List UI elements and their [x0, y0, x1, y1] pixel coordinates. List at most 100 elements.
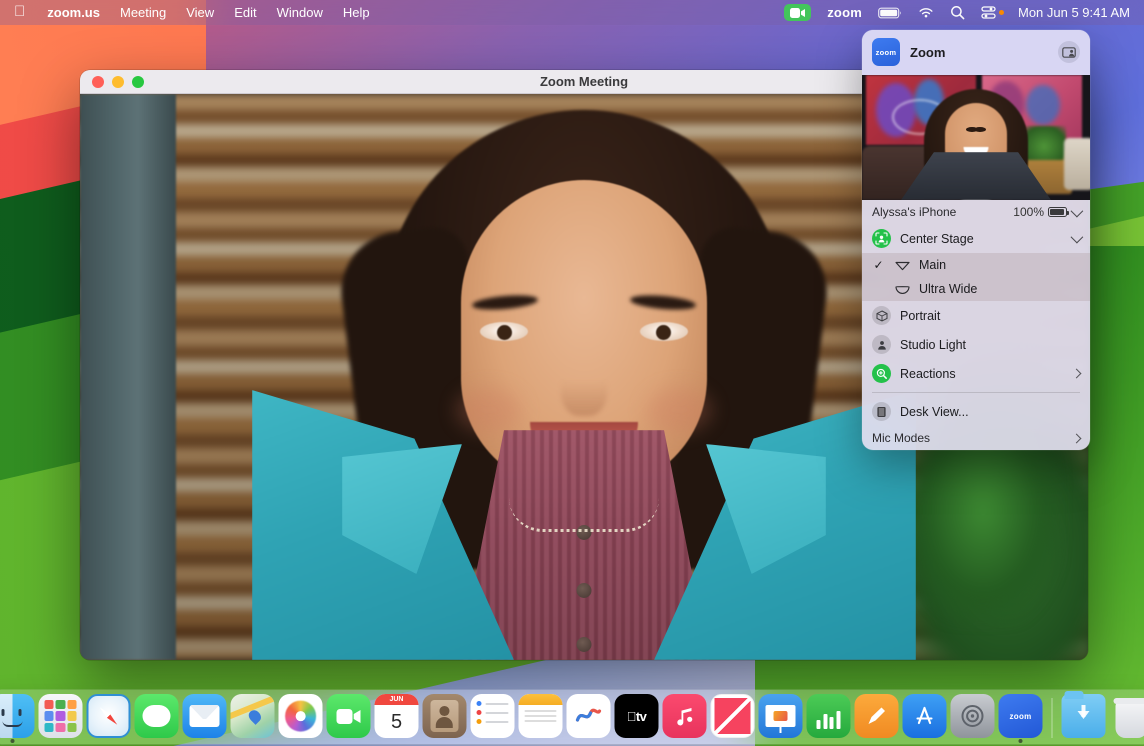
ultra-wide-lens-icon: [894, 284, 910, 295]
participant-pupil-right: [656, 325, 671, 340]
dock-item-system-settings[interactable]: [951, 694, 995, 738]
dock-item-facetime[interactable]: [327, 694, 371, 738]
preview-plant: [1022, 126, 1066, 160]
checkmark-icon: ✓: [872, 258, 885, 272]
participant-cheek-right: [646, 388, 712, 432]
menu-item-help[interactable]: Help: [333, 3, 380, 22]
effect-studio-light-row[interactable]: Studio Light: [862, 330, 1090, 359]
participant-cheek-left: [456, 388, 522, 432]
reactions-chevron-right-icon[interactable]: [1072, 369, 1082, 379]
update-indicator-dot: [999, 10, 1004, 15]
shirt-button-bottom: [577, 637, 592, 652]
menu-bar-app-menus:  zoom.us Meeting View Edit Window Help: [0, 3, 380, 22]
menu-bar-status-items: zoom Mon Jun 5 9:41 AM: [776, 0, 1134, 25]
dock-separator: [1052, 698, 1053, 738]
center-stage-icon: [872, 229, 891, 248]
participant-pupil-left: [497, 325, 512, 340]
control-center-icon[interactable]: [973, 0, 1012, 25]
desk-view-icon: [872, 402, 891, 421]
dock-item-messages[interactable]: [135, 694, 179, 738]
participant-necklace: [509, 498, 659, 532]
mic-modes-label: Mic Modes: [872, 431, 1064, 445]
calendar-month: JUN: [375, 694, 419, 705]
center-stage-label: Center Stage: [900, 232, 1062, 246]
effect-portrait-label: Portrait: [900, 309, 1080, 323]
calendar-day: 5: [375, 705, 419, 738]
panel-app-header: zoom Zoom: [862, 30, 1090, 75]
center-stage-chevron-down-icon[interactable]: [1071, 231, 1084, 244]
video-camera-icon[interactable]: [776, 0, 819, 25]
device-name: Alyssa's iPhone: [872, 205, 1004, 219]
panel-lens-section: ✓ Main Ultra Wide: [862, 253, 1090, 301]
dock-item-maps[interactable]: [231, 694, 275, 738]
shirt-button-middle: [577, 583, 592, 598]
dock-item-pages[interactable]: [855, 694, 899, 738]
effect-reactions-row[interactable]: Reactions: [862, 359, 1090, 388]
dock-item-zoom[interactable]: zoom: [999, 694, 1043, 738]
lens-option-main[interactable]: ✓ Main: [862, 253, 1090, 277]
center-stage-row[interactable]: Center Stage: [862, 224, 1090, 253]
wifi-icon[interactable]: [910, 0, 942, 25]
dark-column: [80, 94, 176, 660]
panel-divider: [872, 392, 1080, 393]
desk-view-label: Desk View...: [900, 405, 1080, 419]
dock-item-trash[interactable]: [1110, 694, 1144, 738]
lens-main-label: Main: [919, 258, 1080, 272]
apple-logo-icon[interactable]: : [0, 4, 37, 19]
dock-item-calendar[interactable]: JUN5: [375, 694, 419, 738]
panel-device-section: Alyssa's iPhone 100% Center Stage: [862, 200, 1090, 253]
mic-modes-chevron-right-icon[interactable]: [1072, 433, 1082, 443]
menu-item-zoomus[interactable]: zoom.us: [37, 3, 110, 22]
mic-modes-row[interactable]: Mic Modes: [862, 426, 1090, 450]
device-row[interactable]: Alyssa's iPhone 100%: [862, 200, 1090, 224]
dock-item-contacts[interactable]: [423, 694, 467, 738]
device-battery-percent: 100%: [1013, 205, 1044, 219]
menu-item-window[interactable]: Window: [267, 3, 333, 22]
desk-view-row[interactable]: Desk View...: [862, 397, 1090, 426]
dock-item-safari[interactable]: [87, 694, 131, 738]
screen-share-icon[interactable]: [1058, 41, 1080, 63]
video-control-center-panel: zoom Zoom Alyssa's iPhone 100%: [862, 30, 1090, 450]
dock-item-launchpad[interactable]: [39, 694, 83, 738]
dock-item-freeform[interactable]: [567, 694, 611, 738]
dock-item-photos[interactable]: [279, 694, 323, 738]
lens-ultra-wide-label: Ultra Wide: [919, 282, 1080, 296]
dock-item-keynote[interactable]: [759, 694, 803, 738]
panel-app-name: Zoom: [910, 45, 1048, 60]
dock-item-reminders[interactable]: [471, 694, 515, 738]
participant-nose: [561, 358, 607, 416]
studio-light-icon: [872, 335, 891, 354]
camera-preview[interactable]: [862, 75, 1090, 200]
dock-item-app-store[interactable]: [903, 694, 947, 738]
dock-running-indicator: [11, 739, 15, 743]
menu-item-edit[interactable]: Edit: [224, 3, 266, 22]
dock-item-downloads[interactable]: [1062, 694, 1106, 738]
panel-effects-section: Portrait Studio Light Reactions: [862, 301, 1090, 388]
dock-item-finder[interactable]: [0, 694, 35, 738]
dock-item-apple-tv[interactable]: tv: [615, 694, 659, 738]
lens-icon: [894, 260, 910, 271]
menu-bar-zoom-label[interactable]: zoom: [819, 0, 870, 25]
meeting-participant-video: [264, 100, 904, 660]
search-icon[interactable]: [942, 0, 973, 25]
menu-item-view[interactable]: View: [176, 3, 224, 22]
dock-item-numbers[interactable]: [807, 694, 851, 738]
panel-desk-view-section: Desk View... Mic Modes: [862, 397, 1090, 450]
preview-lamp: [1064, 138, 1090, 190]
dock-item-news[interactable]: [711, 694, 755, 738]
dock-item-notes[interactable]: [519, 694, 563, 738]
lens-option-ultra-wide[interactable]: Ultra Wide: [862, 277, 1090, 301]
menu-bar-clock[interactable]: Mon Jun 5 9:41 AM: [1012, 5, 1134, 20]
battery-full-icon: [1048, 207, 1067, 217]
effect-studio-light-label: Studio Light: [900, 338, 1080, 352]
device-chevron-down-icon[interactable]: [1071, 204, 1084, 217]
preview-person-eye-right: [974, 127, 986, 132]
menu-item-meeting[interactable]: Meeting: [110, 3, 176, 22]
zoom-app-icon: zoom: [872, 38, 900, 66]
dock-item-music[interactable]: [663, 694, 707, 738]
effect-portrait-row[interactable]: Portrait: [862, 301, 1090, 330]
portrait-cube-icon: [872, 306, 891, 325]
effect-reactions-label: Reactions: [900, 367, 1064, 381]
dock-item-mail[interactable]: [183, 694, 227, 738]
battery-icon[interactable]: [870, 0, 910, 25]
